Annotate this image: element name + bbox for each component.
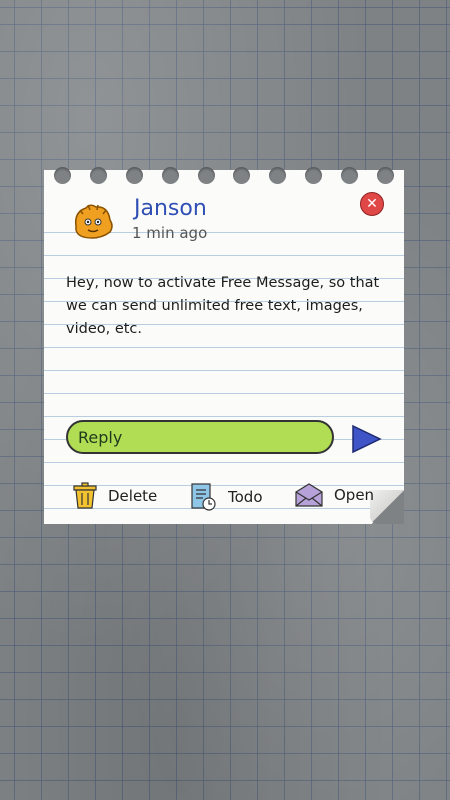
todo-label: Todo [228, 488, 263, 506]
todo-button[interactable]: Todo [190, 482, 263, 512]
clipboard-clock-icon [190, 482, 218, 512]
open-button[interactable]: Open [294, 482, 374, 508]
open-label: Open [334, 486, 375, 504]
sender-name: Janson [134, 196, 207, 221]
delete-button[interactable]: Delete [72, 482, 157, 510]
delete-label: Delete [108, 487, 158, 505]
orange-monster-icon [70, 202, 116, 240]
trash-icon [72, 482, 98, 510]
envelope-icon [294, 482, 324, 508]
spiral-holes [54, 162, 394, 186]
message-body: Hey, now to activate Free Message, so th… [66, 275, 380, 337]
close-icon[interactable]: ✕ [360, 192, 384, 216]
reply-label: Reply [78, 427, 123, 447]
reply-input[interactable]: Reply [66, 420, 334, 454]
send-arrow-icon[interactable] [350, 424, 382, 454]
message-notification-card: Janson 1 min ago ✕ Hey, now to activate … [44, 162, 406, 528]
message-time: 1 min ago [132, 224, 208, 242]
action-bar: Delete Todo Open [70, 482, 390, 518]
